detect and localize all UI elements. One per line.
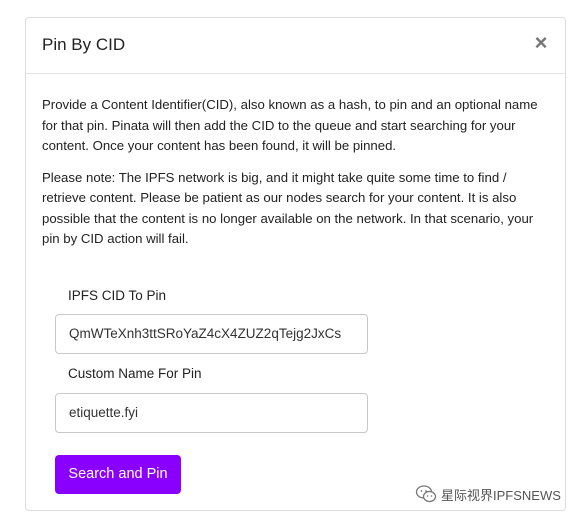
modal-title: Pin By CID xyxy=(42,35,126,54)
custom-name-label: Custom Name For Pin xyxy=(68,366,202,381)
search-and-pin-button[interactable]: Search and Pin xyxy=(55,455,181,494)
pin-by-cid-modal: Pin By CID × Provide a Content Identifie… xyxy=(25,17,566,511)
description-text: Provide a Content Identifier(CID), also … xyxy=(42,97,538,153)
custom-name-input[interactable]: etiquette.fyi xyxy=(55,393,368,433)
cid-label: IPFS CID To Pin xyxy=(68,288,167,303)
modal-body: Provide a Content Identifier(CID), also … xyxy=(42,95,552,261)
watermark: 星际视界IPFSNEWS xyxy=(415,484,561,504)
note-text: Please note: The IPFS network is big, an… xyxy=(42,169,534,247)
modal-header: Pin By CID × xyxy=(26,18,565,74)
cid-input[interactable]: QmWTeXnh3ttSRoYaZ4cX4ZUZ2qTejg2JxCs xyxy=(55,314,368,354)
close-icon[interactable]: × xyxy=(531,31,551,55)
wechat-icon xyxy=(415,485,437,503)
watermark-text: 星际视界IPFSNEWS xyxy=(441,487,561,503)
